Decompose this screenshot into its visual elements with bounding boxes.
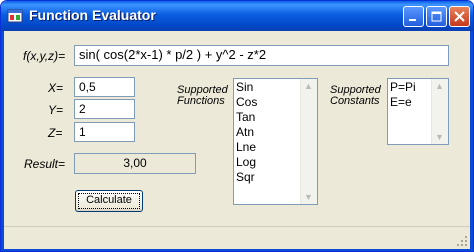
z-input[interactable]: 1 xyxy=(74,122,135,142)
title-bar[interactable]: Function Evaluator xyxy=(1,1,473,31)
minimize-button[interactable] xyxy=(403,6,424,27)
scroll-up-icon[interactable]: ▲ xyxy=(435,81,444,91)
app-window: Function Evaluator f(x,y,z)= sin( cos(2*… xyxy=(0,0,474,252)
z-label: Z= xyxy=(48,126,63,140)
result-display: 3,00 xyxy=(74,153,196,174)
constants-label-line2: Constants xyxy=(330,95,380,107)
scroll-down-icon[interactable]: ▼ xyxy=(304,192,313,202)
function-label: f(x,y,z)= xyxy=(23,49,66,63)
y-input[interactable]: 2 xyxy=(74,99,135,119)
calculate-button[interactable]: Calculate xyxy=(75,190,143,212)
status-bar xyxy=(4,226,470,249)
window-title: Function Evaluator xyxy=(29,7,156,23)
maximize-button[interactable] xyxy=(426,6,447,27)
app-icon xyxy=(7,9,23,23)
resize-grip-icon[interactable] xyxy=(456,235,468,247)
y-label: Y= xyxy=(48,103,64,117)
functions-scrollbar[interactable]: ▲ ▼ xyxy=(300,79,317,204)
x-label: X= xyxy=(48,81,64,95)
function-input[interactable]: sin( cos(2*x-1) * p/2 ) + y^2 - z*2 xyxy=(74,45,449,66)
constants-scrollbar[interactable]: ▲ ▼ xyxy=(431,79,448,144)
result-label: Result= xyxy=(24,157,66,171)
maximize-icon xyxy=(431,11,442,22)
minimize-icon xyxy=(409,19,416,21)
calculate-button-label: Calculate xyxy=(86,194,132,206)
close-button[interactable] xyxy=(449,6,470,27)
x-input[interactable]: 0,5 xyxy=(74,77,135,97)
scroll-down-icon[interactable]: ▼ xyxy=(435,132,444,142)
scroll-up-icon[interactable]: ▲ xyxy=(304,81,313,91)
constants-listbox[interactable]: P=Pi E=e ▲ ▼ xyxy=(387,78,449,145)
close-icon xyxy=(454,11,465,22)
functions-listbox[interactable]: Sin Cos Tan Atn Lne Log Sqr ▲ ▼ xyxy=(233,78,318,205)
functions-label-line2: Functions xyxy=(177,95,225,107)
